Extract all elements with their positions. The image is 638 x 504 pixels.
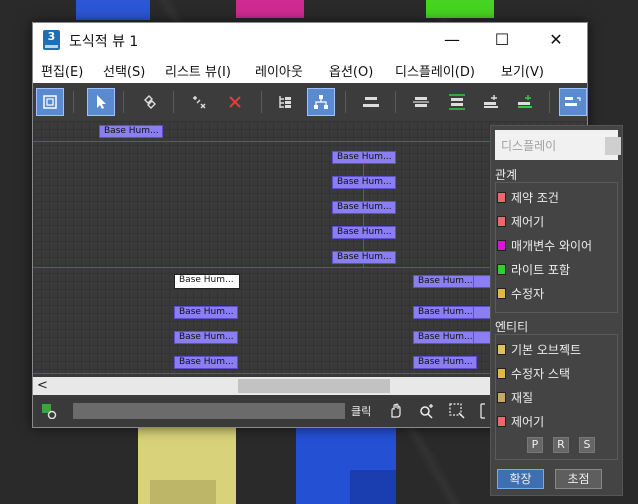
node-base-human[interactable]: Base Hum... xyxy=(413,306,477,319)
node-base-human[interactable]: Base Hum... xyxy=(413,356,477,369)
relation-param-wires[interactable]: 매개변수 와이어 xyxy=(497,235,592,255)
swatch-icon xyxy=(497,391,506,403)
swatch-icon xyxy=(497,239,506,251)
swatch-icon xyxy=(497,263,506,275)
display-panel-header[interactable]: 디스플레이 xyxy=(495,130,621,160)
title-bar[interactable]: 3 도식적 뷰 1 — ☐ ✕ xyxy=(33,23,587,57)
minimize-button[interactable]: — xyxy=(429,23,475,57)
swatch-icon xyxy=(497,415,506,427)
status-node-icon xyxy=(41,403,57,423)
scroll-thumb[interactable] xyxy=(238,379,390,393)
rotation-button[interactable]: R xyxy=(553,437,569,453)
relation-constraints[interactable]: 제약 조건 xyxy=(497,187,559,207)
node-base-human[interactable]: Base Hum... xyxy=(332,151,396,164)
swatch-icon xyxy=(497,367,506,379)
list-views-icon[interactable] xyxy=(559,88,587,116)
region-zoom-icon[interactable] xyxy=(449,403,465,423)
viewport-object-yellow-shade xyxy=(150,480,216,504)
relation-light-include[interactable]: 라이트 포함 xyxy=(497,259,570,279)
relation-controllers[interactable]: 제어기 xyxy=(497,211,544,231)
entity-modifier-stack[interactable]: 수정자 스택 xyxy=(497,363,570,383)
close-icon[interactable] xyxy=(605,137,621,155)
menu-select[interactable]: 선택(S) xyxy=(103,61,145,80)
relation-modifiers[interactable]: 수정자 xyxy=(497,283,544,303)
expand-button[interactable]: 확장 xyxy=(497,469,544,489)
scale-button[interactable]: S xyxy=(579,437,595,453)
node-base-human[interactable]: Base Hum... xyxy=(332,226,396,239)
swatch-icon xyxy=(497,287,506,299)
position-button[interactable]: P xyxy=(527,437,543,453)
align-left-icon[interactable] xyxy=(407,88,435,116)
move-children-icon[interactable] xyxy=(511,88,539,116)
menu-list-views[interactable]: 리스트 뷰(I) xyxy=(165,61,231,80)
swatch-icon xyxy=(497,215,506,227)
node-base-human-selected[interactable]: Base Hum... xyxy=(174,274,240,289)
menu-view[interactable]: 보기(V) xyxy=(501,61,544,80)
scroll-left-icon[interactable]: < xyxy=(37,378,48,393)
menu-edit[interactable]: 편집(E) xyxy=(41,61,83,80)
unlink-selected-icon[interactable] xyxy=(185,88,213,116)
references-mode-icon[interactable] xyxy=(307,88,335,116)
app-icon: 3 xyxy=(43,30,60,50)
close-button[interactable]: ✕ xyxy=(533,23,579,57)
entity-materials[interactable]: 재질 xyxy=(497,387,533,407)
hierarchy-mode-icon[interactable] xyxy=(271,88,299,116)
viewport-object-blue xyxy=(76,0,150,20)
entity-base-objects[interactable]: 기본 오브젝트 xyxy=(497,339,581,359)
toolbar xyxy=(33,83,587,121)
node-base-human[interactable]: Base Hum... xyxy=(174,356,238,369)
node-base-human[interactable]: Base Hum... xyxy=(413,275,477,288)
relations-heading: 관계 xyxy=(495,168,518,182)
delete-icon[interactable] xyxy=(221,88,249,116)
connect-icon[interactable] xyxy=(136,88,164,116)
viewport-object-blue-shade xyxy=(350,470,396,504)
menu-display[interactable]: 디스플레이(D) xyxy=(395,61,475,80)
node-base-human[interactable]: Base Hum... xyxy=(99,125,163,138)
node-base-human[interactable]: Base Hum... xyxy=(413,331,477,344)
zoom-icon[interactable] xyxy=(419,403,435,423)
menu-options[interactable]: 옵션(O) xyxy=(329,61,373,80)
node-base-human[interactable]: Base Hum... xyxy=(332,176,396,189)
swatch-icon xyxy=(497,343,506,355)
status-text-field[interactable] xyxy=(73,403,345,419)
node-base-human[interactable]: Base Hum... xyxy=(332,201,396,214)
viewport-object-pink xyxy=(236,0,304,18)
maximize-button[interactable]: ☐ xyxy=(479,23,525,57)
display-panel: 디스플레이 관계 제약 조건 제어기 매개변수 와이어 라이트 포함 수정자 엔… xyxy=(490,125,623,496)
align-center-icon[interactable] xyxy=(443,88,471,116)
align-right-icon[interactable] xyxy=(477,88,505,116)
align-icon[interactable] xyxy=(357,88,385,116)
viewport-object-green xyxy=(426,0,494,18)
select-icon[interactable] xyxy=(87,88,115,116)
status-label: 클릭 xyxy=(351,405,372,418)
display-floater-icon[interactable] xyxy=(36,88,64,116)
swatch-icon xyxy=(497,191,506,203)
focus-button[interactable]: 초점 xyxy=(555,469,602,489)
pan-icon[interactable] xyxy=(388,403,404,423)
window-title: 도식적 뷰 1 xyxy=(69,34,139,50)
menu-layout[interactable]: 레이아웃 xyxy=(255,61,303,80)
entity-controllers[interactable]: 제어기 xyxy=(497,411,544,431)
menu-bar: 편집(E) 선택(S) 리스트 뷰(I) 레이아웃 옵션(O) 디스플레이(D)… xyxy=(33,57,587,83)
entities-heading: 엔티티 xyxy=(495,320,529,334)
node-base-human[interactable]: Base Hum... xyxy=(174,306,238,319)
node-base-human[interactable]: Base Hum... xyxy=(174,331,238,344)
node-base-human[interactable]: Base Hum... xyxy=(332,251,396,264)
display-panel-title: 디스플레이 xyxy=(501,139,557,153)
